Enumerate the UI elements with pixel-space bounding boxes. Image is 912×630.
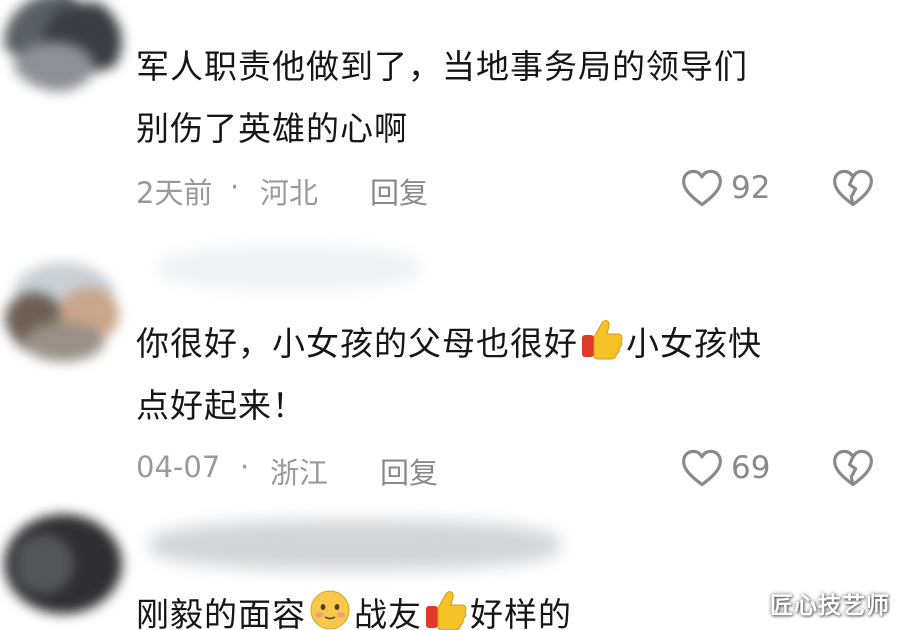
comment-line: 刚毅的面容 战友 好样的 xyxy=(136,584,876,630)
meta-separator: · xyxy=(230,170,240,204)
blurred-area xyxy=(160,248,420,288)
reply-button[interactable]: 回复 xyxy=(380,450,438,492)
comment-meta: 2天前 · 河北 回复 92 xyxy=(136,166,881,210)
comment-date: 04-07 xyxy=(136,450,221,484)
avatar[interactable] xyxy=(4,0,122,92)
comment-segment: 刚毅的面容 xyxy=(136,595,306,630)
comment-line: 你很好，小女孩的父母也很好 小女孩快 xyxy=(136,313,876,375)
like-button[interactable]: 92 xyxy=(681,166,770,210)
comment-segment: 好样的 xyxy=(470,595,572,630)
thumbs-up-emoji xyxy=(582,320,623,360)
blurred-area xyxy=(150,520,560,570)
comment-segment: 战友 xyxy=(354,595,422,630)
comment-date: 2天前 xyxy=(136,176,213,210)
comment-line: 点好起来！ xyxy=(136,386,306,425)
avatar[interactable] xyxy=(4,514,122,614)
comment-text: 你很好，小女孩的父母也很好 小女孩快 点好起来！ xyxy=(136,313,876,437)
reply-button[interactable]: 回复 xyxy=(370,170,428,212)
blush-face-emoji xyxy=(310,590,350,630)
comment-region: 浙江 xyxy=(270,456,329,490)
watermark: 匠心技艺师 xyxy=(770,593,890,619)
comment-line: 军人职责他做到了，当地事务局的领导们 xyxy=(136,47,748,86)
heart-outline-icon xyxy=(682,169,722,207)
broken-heart-icon[interactable] xyxy=(832,448,874,488)
like-button[interactable]: 69 xyxy=(681,446,770,490)
comment-line: 别伤了英雄的心啊 xyxy=(136,109,408,148)
heart-outline-icon xyxy=(682,449,722,487)
avatar[interactable] xyxy=(4,262,122,362)
like-count: 69 xyxy=(731,450,771,486)
like-count: 92 xyxy=(731,170,771,206)
thumbs-up-emoji xyxy=(426,591,467,630)
broken-heart-icon[interactable] xyxy=(832,168,874,208)
comment-segment: 小女孩快 xyxy=(626,324,762,363)
meta-separator: · xyxy=(240,450,250,484)
comment-segment: 你很好，小女孩的父母也很好 xyxy=(136,324,578,363)
comment-region: 河北 xyxy=(260,176,319,210)
comment-text: 军人职责他做到了，当地事务局的领导们 别伤了英雄的心啊 xyxy=(136,36,876,160)
comment-text: 刚毅的面容 战友 好样的 xyxy=(136,584,876,630)
comment-meta: 04-07 · 浙江 回复 69 xyxy=(136,446,881,490)
